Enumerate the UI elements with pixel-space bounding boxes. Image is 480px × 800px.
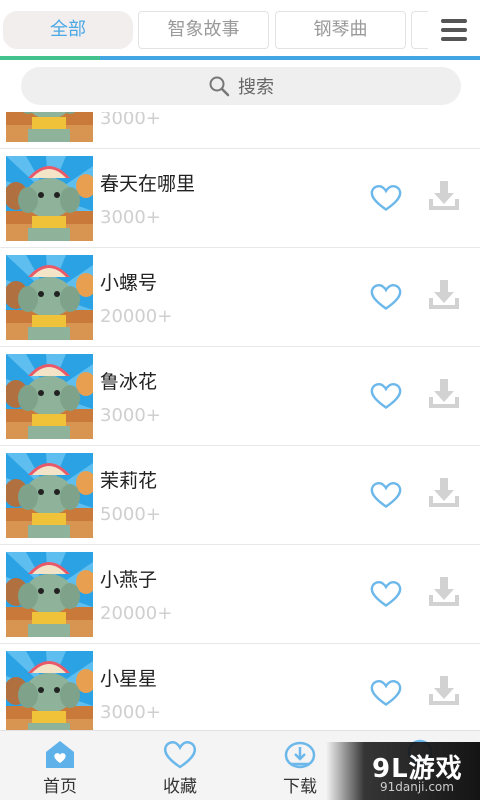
favorite-heart-icon[interactable] bbox=[369, 112, 403, 113]
favorite-heart-icon[interactable] bbox=[369, 380, 403, 410]
song-thumbnail-image bbox=[6, 112, 93, 142]
search-area: 搜索 bbox=[0, 60, 480, 112]
download-icon bbox=[284, 741, 316, 769]
nav-favorites[interactable]: 收藏 bbox=[120, 731, 240, 800]
song-title: 鲁冰花 bbox=[100, 371, 158, 393]
tab-piano[interactable]: 钢琴曲 bbox=[275, 11, 406, 49]
song-list[interactable]: 3000+ 春天在哪里 3000+ 小螺号 20000+ 鲁冰花 3000+ 茉… bbox=[0, 112, 480, 730]
tab-all[interactable]: 全部 bbox=[3, 11, 133, 49]
download-icon[interactable] bbox=[426, 674, 462, 708]
song-title: 春天在哪里 bbox=[100, 173, 196, 195]
song-play-count: 3000+ bbox=[100, 405, 161, 426]
song-title: 茉莉花 bbox=[100, 470, 158, 492]
song-title: 小燕子 bbox=[100, 569, 158, 591]
song-thumbnail-image bbox=[6, 354, 93, 439]
song-thumbnail[interactable] bbox=[6, 453, 93, 538]
home-icon bbox=[46, 741, 74, 768]
download-icon[interactable] bbox=[426, 377, 462, 411]
download-icon[interactable] bbox=[426, 575, 462, 609]
download-icon[interactable] bbox=[426, 278, 462, 312]
nav-favorites-label: 收藏 bbox=[163, 777, 197, 797]
song-play-count: 3000+ bbox=[100, 207, 161, 228]
search-icon bbox=[209, 76, 230, 97]
song-play-count: 3000+ bbox=[100, 112, 161, 129]
nav-home-label: 首页 bbox=[43, 777, 77, 797]
search-placeholder: 搜索 bbox=[238, 77, 274, 98]
nav-home[interactable]: 首页 bbox=[0, 731, 120, 800]
download-icon[interactable] bbox=[426, 476, 462, 510]
favorite-heart-icon[interactable] bbox=[369, 677, 403, 707]
song-thumbnail-image bbox=[6, 156, 93, 241]
favorite-heart-icon[interactable] bbox=[369, 479, 403, 509]
song-thumbnail-image bbox=[6, 651, 93, 730]
song-row[interactable]: 小螺号 20000+ bbox=[0, 248, 480, 347]
song-thumbnail-image bbox=[6, 453, 93, 538]
song-row[interactable]: 3000+ bbox=[0, 112, 480, 149]
song-thumbnail[interactable] bbox=[6, 651, 93, 730]
song-thumbnail-image bbox=[6, 552, 93, 637]
top-tab-bar: 全部 智象故事 钢琴曲 bbox=[0, 0, 480, 60]
favorite-heart-icon[interactable] bbox=[369, 578, 403, 608]
song-row[interactable]: 茉莉花 5000+ bbox=[0, 446, 480, 545]
song-play-count: 20000+ bbox=[100, 603, 173, 624]
song-thumbnail[interactable] bbox=[6, 255, 93, 340]
song-thumbnail[interactable] bbox=[6, 112, 93, 142]
song-play-count: 20000+ bbox=[100, 306, 173, 327]
heart-icon bbox=[163, 741, 197, 769]
song-thumbnail[interactable] bbox=[6, 156, 93, 241]
download-icon[interactable] bbox=[426, 179, 462, 213]
song-row[interactable]: 小燕子 20000+ bbox=[0, 545, 480, 644]
tab-elephant-stories[interactable]: 智象故事 bbox=[138, 11, 269, 49]
favorite-heart-icon[interactable] bbox=[369, 281, 403, 311]
song-play-count: 5000+ bbox=[100, 504, 161, 525]
song-thumbnail-image bbox=[6, 255, 93, 340]
download-icon[interactable] bbox=[426, 112, 462, 114]
watermark-url: 91danji.com bbox=[380, 780, 454, 794]
song-title: 小星星 bbox=[100, 668, 158, 690]
song-thumbnail[interactable] bbox=[6, 354, 93, 439]
song-title: 小螺号 bbox=[100, 272, 158, 294]
favorite-heart-icon[interactable] bbox=[369, 182, 403, 212]
search-input[interactable]: 搜索 bbox=[21, 67, 461, 105]
song-row[interactable]: 鲁冰花 3000+ bbox=[0, 347, 480, 446]
song-play-count: 3000+ bbox=[100, 702, 161, 723]
song-row[interactable]: 春天在哪里 3000+ bbox=[0, 149, 480, 248]
hamburger-menu-icon[interactable] bbox=[428, 0, 480, 60]
song-row[interactable]: 小星星 3000+ bbox=[0, 644, 480, 730]
song-thumbnail[interactable] bbox=[6, 552, 93, 637]
